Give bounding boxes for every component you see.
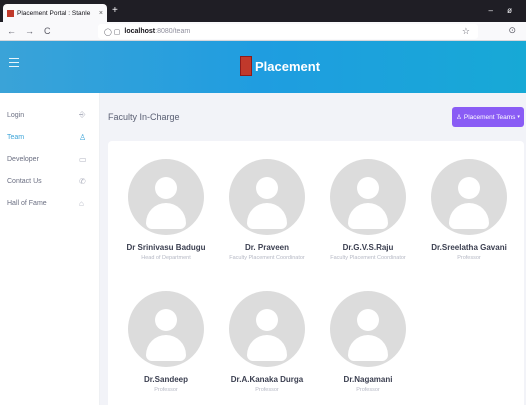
monitor-icon: ▭ [79, 154, 87, 164]
sidebar-item-contact-us[interactable]: Contact Us ✆ [0, 170, 100, 192]
url-host: localhost [124, 28, 156, 35]
shield-icon[interactable]: ⊙ [508, 25, 516, 36]
forward-arrow-icon[interactable]: → [25, 26, 34, 36]
member-name: Dr.A.Kanaka Durga [230, 375, 304, 384]
url-path: :8080/team [155, 28, 191, 35]
chevron-down-icon: ▾ [517, 114, 520, 120]
placement-teams-label: Placement Teams [463, 113, 516, 121]
trophy-icon: ⌂ [79, 198, 84, 208]
team-member: Dr.Sandeep Professor [116, 291, 216, 393]
team-member: Dr.A.Kanaka Durga Professor [217, 291, 317, 393]
faculty-card: Dr Srinivasu Badugu Head of Department D… [108, 141, 524, 405]
main-content: Faculty In-Charge ♙ Placement Teams ▾ Dr… [100, 93, 526, 405]
phone-icon: ✆ [79, 176, 86, 186]
sidebar-item-label: Developer [7, 155, 39, 163]
member-role: Head of Department [141, 255, 191, 261]
sidebar-item-hall-of-fame[interactable]: Hall of Fame ⌂ [0, 192, 100, 214]
member-role: Professor [356, 387, 380, 393]
page-title: Faculty In-Charge [108, 112, 180, 122]
sidebar: Login ⎆ Team ♙ Developer ▭ Contact Us ✆ … [0, 93, 100, 405]
sidebar-item-login[interactable]: Login ⎆ [0, 104, 100, 126]
team-member: Dr. Praveen Faculty Placement Coordinato… [217, 159, 317, 261]
team-member: Dr.G.V.S.Raju Faculty Placement Coordina… [318, 159, 418, 261]
avatar [229, 159, 305, 235]
member-name: Dr. Praveen [244, 243, 290, 252]
bookmark-star-icon[interactable]: ☆ [462, 26, 470, 37]
user-icon: ♙ [456, 114, 462, 121]
team-user-icon: ♙ [79, 132, 87, 142]
team-member: Dr.Sreelatha Gavani Professor [419, 159, 519, 261]
sidebar-item-developer[interactable]: Developer ▭ [0, 148, 100, 170]
avatar [229, 291, 305, 367]
url-bar[interactable]: ◯ ▢ localhost :8080/team ☆ [98, 24, 478, 39]
avatar [330, 291, 406, 367]
sidebar-item-label: Hall of Fame [7, 199, 47, 207]
member-role: Faculty Placement Coordinator [330, 255, 406, 261]
member-role: Faculty Placement Coordinator [229, 255, 305, 261]
team-member: Dr.Nagamani Professor [318, 291, 418, 393]
hamburger-menu-icon[interactable] [9, 58, 19, 70]
tab-title: Placement Portal : Stanle [17, 9, 91, 17]
sidebar-item-label: Contact Us [7, 177, 42, 185]
member-name: Dr.Sandeep [143, 375, 188, 384]
browser-nav-bar: ← → C ◯ ▢ localhost :8080/team ☆ ⊙ [0, 22, 526, 41]
brand-title: Placement [255, 58, 321, 74]
sidebar-item-label: Team [7, 133, 25, 141]
back-arrow-icon[interactable]: ← [7, 26, 16, 36]
brand[interactable]: Placement [240, 56, 320, 76]
avatar [128, 159, 204, 235]
sidebar-item-team[interactable]: Team ♙ [0, 126, 100, 148]
member-role: Professor [154, 387, 178, 393]
member-name: Dr Srinivasu Badugu [126, 243, 206, 252]
close-icon[interactable]: × [99, 10, 103, 17]
member-name: Dr.Nagamani [343, 375, 393, 384]
reload-icon[interactable]: C [44, 26, 51, 36]
avatar [128, 291, 204, 367]
favicon-icon [7, 9, 14, 17]
sidebar-item-label: Login [7, 111, 25, 119]
browser-tab-strip: Placement Portal : Stanle × + – ø [0, 0, 526, 22]
college-logo [240, 56, 252, 76]
member-role: Professor [255, 387, 279, 393]
team-member: Dr Srinivasu Badugu Head of Department [116, 159, 216, 261]
page-info-icon[interactable]: ◯ ▢ [104, 28, 120, 36]
member-name: Dr.G.V.S.Raju [342, 243, 394, 252]
login-icon: ⎆ [79, 110, 86, 119]
app-header: Placement [0, 41, 526, 93]
browser-tab[interactable]: Placement Portal : Stanle × [3, 4, 107, 22]
avatar [431, 159, 507, 235]
avatar [330, 159, 406, 235]
placement-teams-dropdown-button[interactable]: ♙ Placement Teams ▾ [452, 107, 524, 127]
member-name: Dr.Sreelatha Gavani [431, 243, 507, 252]
window-controls[interactable]: – ø [488, 6, 518, 15]
member-role: Professor [457, 255, 481, 261]
new-tab-button[interactable]: + [112, 5, 118, 16]
